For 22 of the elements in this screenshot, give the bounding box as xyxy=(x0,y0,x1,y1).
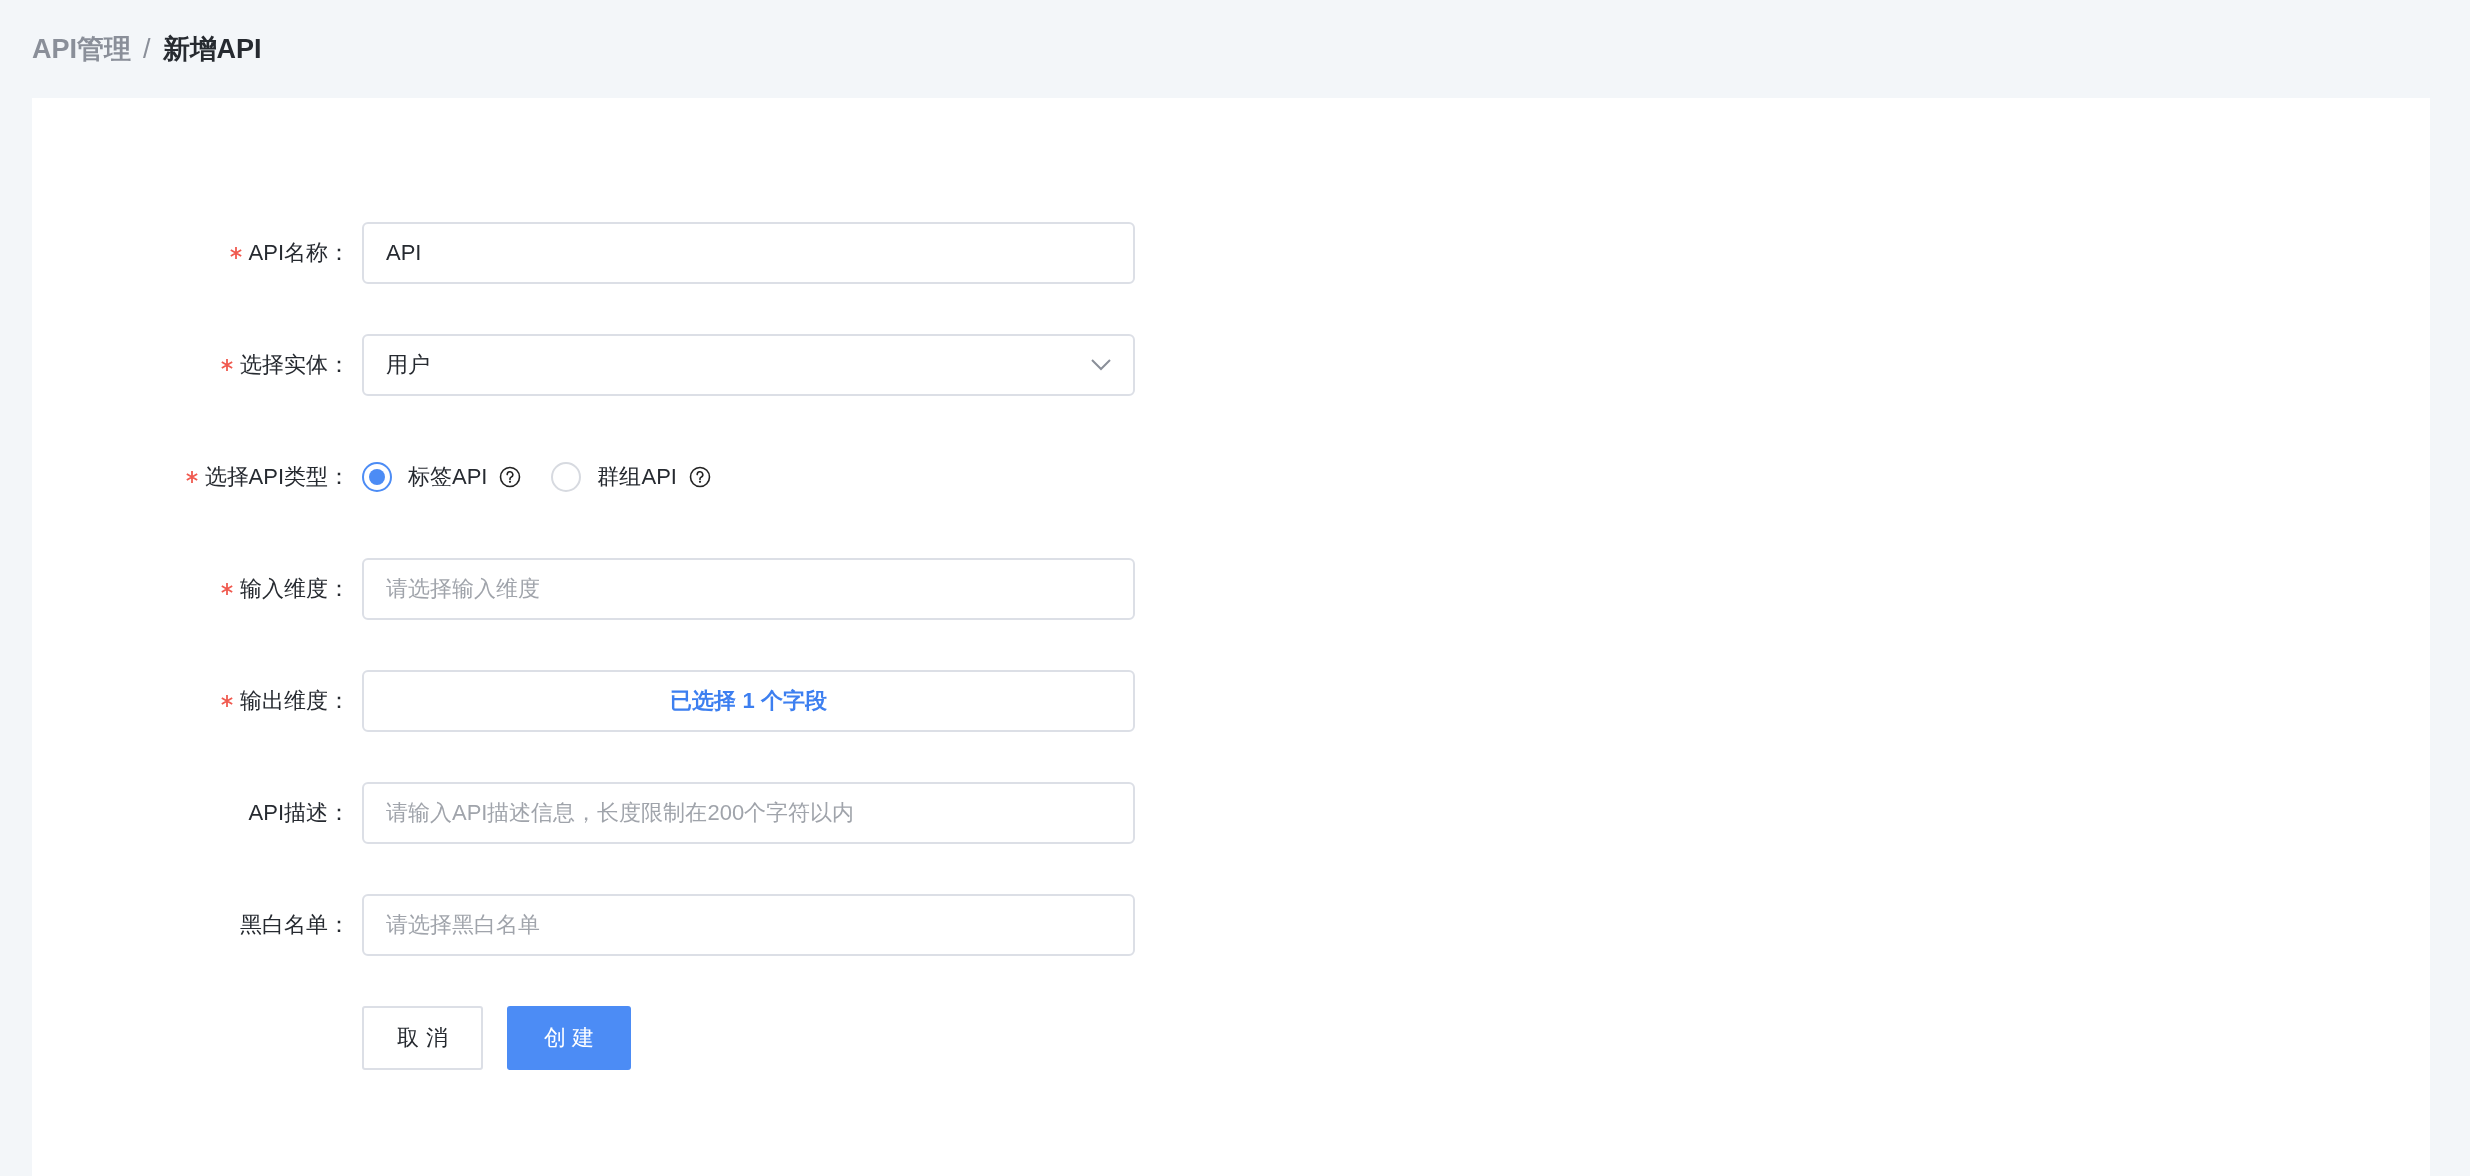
field-label: 选择API类型： xyxy=(204,463,350,491)
help-icon[interactable] xyxy=(499,466,522,488)
input-field[interactable]: 请选择输入维度 xyxy=(362,558,1135,620)
radio-option[interactable]: 群组API xyxy=(551,462,677,492)
input-field[interactable]: 请选择黑白名单 xyxy=(362,894,1135,956)
field-label: 黑白名单： xyxy=(240,911,350,939)
cancel-button[interactable]: 取 消 xyxy=(362,1006,483,1070)
field-label: API描述： xyxy=(248,799,350,827)
radio-option[interactable]: 标签API xyxy=(362,462,488,492)
field-picker[interactable]: 已选择 1 个字段 xyxy=(362,670,1135,732)
select-field[interactable]: 用户 xyxy=(362,334,1135,396)
input-field[interactable]: API xyxy=(362,222,1135,284)
breadcrumb-separator: / xyxy=(143,33,151,65)
chevron-down-icon xyxy=(1091,359,1111,371)
radio-button[interactable] xyxy=(362,462,392,492)
field-label: API名称： xyxy=(248,239,350,267)
field-label: 选择实体： xyxy=(240,351,350,379)
field-label: 输入维度： xyxy=(240,575,350,603)
field-label: 输出维度： xyxy=(240,687,350,715)
breadcrumb-current: 新增API xyxy=(162,33,262,66)
help-icon[interactable] xyxy=(688,466,711,488)
input-field[interactable]: 请输入API描述信息，长度限制在200个字符以内 xyxy=(362,782,1135,844)
